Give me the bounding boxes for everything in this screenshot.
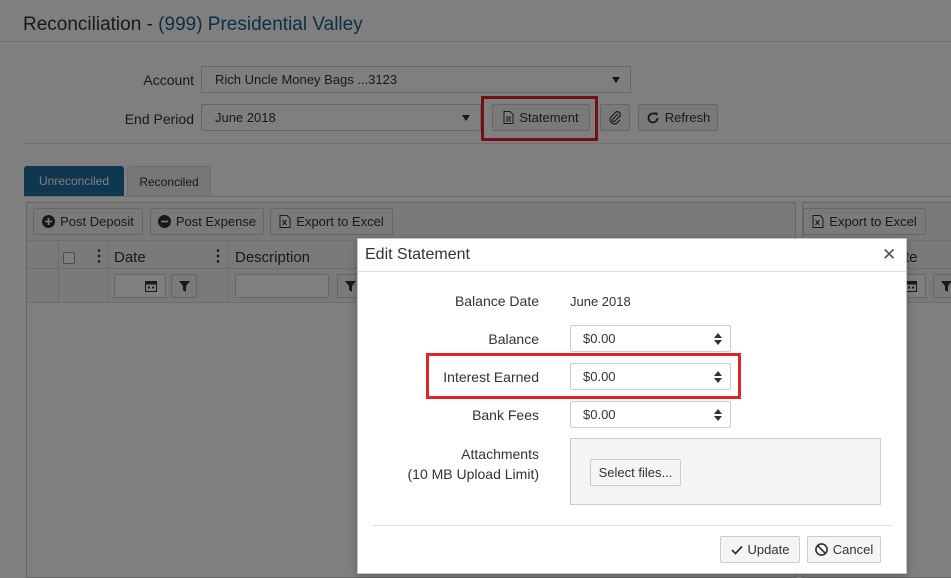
dialog-title: Edit Statement (365, 246, 470, 263)
select-files-label: Select files... (598, 465, 673, 480)
interest-earned-highlight (426, 353, 741, 399)
dialog-footer-divider (373, 525, 892, 526)
cancel-button[interactable]: Cancel (807, 536, 881, 563)
bank-fees-input[interactable]: $0.00 (570, 401, 731, 428)
upload-limit-label: (10 MB Upload Limit) (407, 466, 540, 482)
balance-input[interactable]: $0.00 (570, 325, 731, 352)
update-button-label: Update (747, 542, 790, 557)
bank-fees-input-value: $0.00 (583, 407, 616, 422)
attachments-label: Attachments (461, 446, 539, 462)
balance-date-label: Balance Date (454, 293, 539, 309)
balance-date-value: June 2018 (570, 294, 631, 309)
bank-fees-label: Bank Fees (472, 407, 539, 423)
balance-input-value: $0.00 (583, 331, 616, 346)
cancel-button-label: Cancel (832, 542, 874, 557)
update-button[interactable]: Update (720, 536, 800, 563)
spinner-icon[interactable] (714, 332, 722, 345)
balance-label: Balance (488, 331, 539, 347)
select-files-button[interactable]: Select files... (590, 459, 681, 486)
check-icon (730, 545, 743, 555)
cancel-icon (814, 543, 828, 556)
spinner-icon[interactable] (714, 408, 722, 421)
close-icon[interactable]: ✕ (882, 245, 896, 265)
